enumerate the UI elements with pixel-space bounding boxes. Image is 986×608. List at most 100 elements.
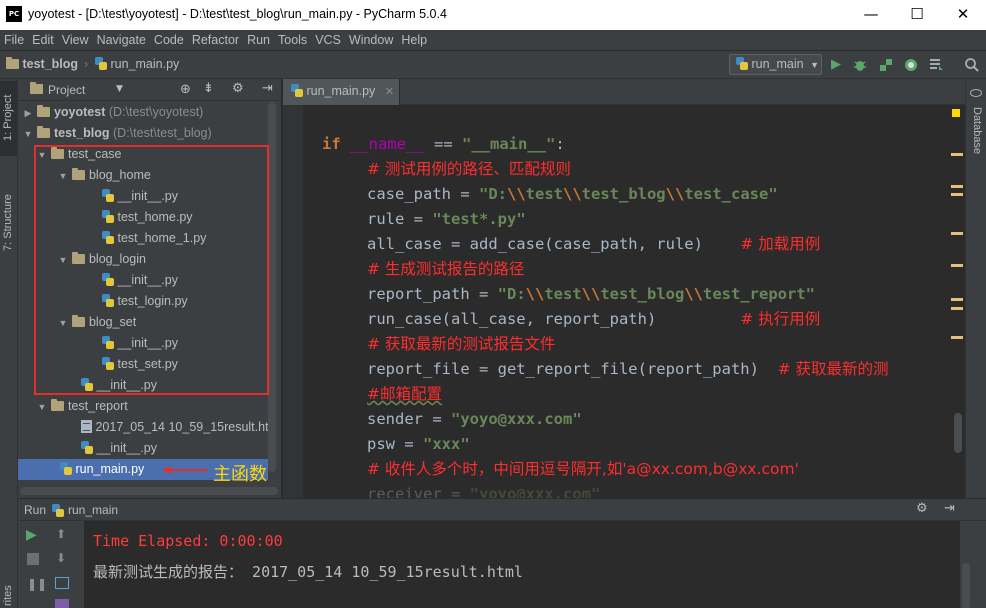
menu-refactor[interactable]: Refactor (188, 30, 243, 50)
pause-icon[interactable]: ❚❚ (27, 577, 47, 591)
code-line: # 获取最新的测试报告文件 (367, 335, 556, 353)
run-config-tab[interactable]: run_main (68, 503, 118, 517)
breadcrumb-file[interactable]: run_main.py (95, 57, 179, 71)
scroll-up-icon[interactable]: ⬆ (56, 527, 66, 541)
console-scrollbar[interactable] (962, 563, 970, 608)
collapse-arrow-icon[interactable]: ▼ (57, 166, 69, 187)
python-file-icon (52, 504, 64, 517)
warning-stripe[interactable] (951, 298, 963, 301)
run-panel: Run run_main ⚙ ⇥ ▶ ⬆ ⬇ ❚❚ Time Elapsed: … (18, 498, 986, 608)
minimize-button[interactable]: — (848, 0, 894, 30)
menu-edit[interactable]: Edit (28, 30, 58, 50)
tree-item-result-html[interactable]: 2017_05_14 10_59_15result.ht (18, 417, 269, 438)
profile-icon[interactable] (903, 57, 919, 73)
tree-item-init-py[interactable]: __init__.py (18, 186, 268, 207)
tab-run-main-py[interactable]: run_main.py ✕ (283, 79, 400, 105)
tree-item-init-py[interactable]: __init__.py (18, 438, 268, 459)
code-line: # 生成测试报告的路径 (367, 260, 525, 278)
debug-icon[interactable] (852, 57, 868, 73)
python-file-icon (102, 336, 114, 349)
menu-tools[interactable]: Tools (274, 30, 311, 50)
code-editor[interactable]: if __name__ == "__main__": # 测试用例的路径、匹配规… (283, 105, 965, 498)
close-tab-icon[interactable]: ✕ (385, 86, 394, 98)
scroll-down-icon[interactable]: ⬇ (56, 551, 66, 565)
soft-wrap-icon[interactable] (55, 577, 69, 589)
warning-stripe[interactable] (951, 307, 963, 310)
tree-item-blog-login[interactable]: ▼ blog_login (18, 249, 268, 270)
scroll-from-source-icon[interactable]: ⊕ (180, 82, 191, 97)
project-tool-tab[interactable]: 1: Project (2, 95, 14, 141)
menu-vcs[interactable]: VCS (311, 30, 345, 50)
run-toolbar: ▶ ⬆ ⬇ ❚❚ (18, 521, 84, 608)
warning-stripe[interactable] (951, 153, 963, 156)
code-line: sender = "yoyo@xxx.com" (367, 410, 582, 428)
menu-navigate[interactable]: Navigate (93, 30, 150, 50)
tree-item-blog-set[interactable]: ▼ blog_set (18, 312, 268, 333)
tree-item-init-py[interactable]: __init__.py (18, 333, 268, 354)
project-horizontal-scrollbar[interactable] (20, 487, 278, 495)
database-tool-tab[interactable]: Database (971, 107, 983, 154)
warning-stripe[interactable] (951, 232, 963, 235)
warning-stripe[interactable] (951, 264, 963, 267)
code-line: report_file = get_report_file(report_pat… (367, 360, 889, 378)
stop-icon[interactable] (27, 553, 39, 565)
right-tool-strip: Database (965, 79, 986, 498)
menu-run[interactable]: Run (243, 30, 274, 50)
menu-code[interactable]: Code (150, 30, 188, 50)
hide-panel-icon[interactable]: ⇥ (944, 501, 955, 516)
menu-file[interactable]: File (0, 30, 28, 50)
collapse-arrow-icon[interactable]: ▼ (36, 397, 48, 418)
warning-stripe[interactable] (951, 336, 963, 339)
tree-item-init-py[interactable]: __init__.py (18, 375, 268, 396)
tree-item-yoyotest[interactable]: ▶ yoyotest (D:\test\yoyotest) (18, 102, 268, 123)
menu-help[interactable]: Help (397, 30, 431, 50)
coverage-icon[interactable] (878, 57, 894, 73)
breadcrumb-project[interactable]: test_blog (6, 57, 78, 71)
dropdown-arrow-icon: ▼ (810, 60, 820, 70)
collapse-all-icon[interactable]: ⇟ (203, 81, 214, 96)
tree-item-blog-home[interactable]: ▼ blog_home (18, 165, 268, 186)
package-folder-icon (72, 252, 86, 264)
close-button[interactable]: ✕ (940, 0, 986, 30)
menu-window[interactable]: Window (345, 30, 397, 50)
search-icon[interactable] (964, 57, 980, 73)
project-view-selector[interactable]: Project (48, 83, 85, 97)
settings-gear-icon[interactable]: ⚙ (916, 501, 928, 516)
run-console-output[interactable]: Time Elapsed: 0:00:00 最新测试生成的报告： 2017_05… (84, 521, 960, 608)
collapse-arrow-icon[interactable]: ▼ (57, 313, 69, 334)
expand-arrow-icon[interactable]: ▶ (22, 103, 34, 124)
tree-item-init-py[interactable]: __init__.py (18, 270, 268, 291)
hide-panel-icon[interactable]: ⇥ (262, 81, 273, 96)
python-file-icon (102, 273, 114, 286)
warning-stripe[interactable] (951, 193, 963, 196)
favorites-tool-tab[interactable]: rites (2, 585, 14, 606)
dropdown-arrow-icon[interactable]: ▼ (116, 84, 123, 94)
run-icon[interactable]: ▶ (828, 57, 844, 73)
editor-tab-bar: run_main.py ✕ (283, 79, 965, 105)
print-icon[interactable] (55, 599, 69, 608)
editor-scrollbar[interactable] (954, 413, 962, 453)
project-panel-header: Project ▼ ⊕ ⇟ ⚙ ⇥ (18, 79, 282, 101)
warning-stripe[interactable] (951, 185, 963, 188)
collapse-arrow-icon[interactable]: ▼ (22, 124, 34, 145)
tree-item-test-home-py[interactable]: test_home.py (18, 207, 268, 228)
tree-item-test-login-py[interactable]: test_login.py (18, 291, 268, 312)
run-config-dropdown[interactable]: run_main ▼ (729, 54, 822, 75)
tree-item-test-blog[interactable]: ▼ test_blog (D:\test\test_blog) (18, 123, 268, 144)
settings-gear-icon[interactable]: ⚙ (232, 81, 244, 96)
stop-list-icon[interactable] (928, 57, 944, 73)
annotation-label: 主函数 (213, 464, 267, 485)
collapse-arrow-icon[interactable]: ▼ (57, 250, 69, 271)
rerun-icon[interactable]: ▶ (26, 527, 37, 543)
tree-item-test-set-py[interactable]: test_set.py (18, 354, 268, 375)
tree-item-test-home-1-py[interactable]: test_home_1.py (18, 228, 268, 249)
collapse-arrow-icon[interactable]: ▼ (36, 145, 48, 166)
maximize-button[interactable]: ☐ (894, 0, 940, 30)
project-scrollbar[interactable] (268, 102, 276, 472)
inspection-status-icon[interactable] (952, 109, 960, 117)
structure-tool-tab[interactable]: 7: Structure (2, 194, 14, 251)
tree-item-test-report[interactable]: ▼ test_report (18, 396, 268, 417)
tree-item-test-case[interactable]: ▼ test_case (18, 144, 268, 165)
code-line: # 收件人多个时，中间用逗号隔开,如'a@xx.com,b@xx.com' (367, 460, 799, 478)
menu-view[interactable]: View (58, 30, 93, 50)
